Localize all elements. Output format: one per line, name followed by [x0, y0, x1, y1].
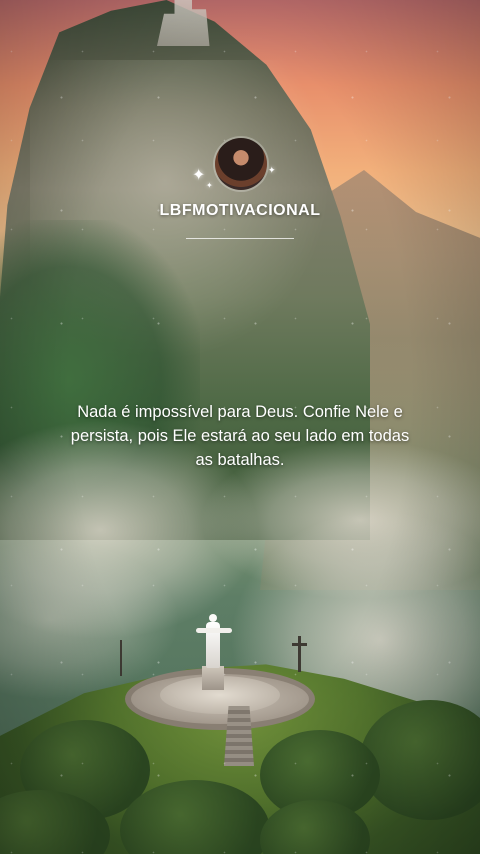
sparkle-icon: ✦: [268, 165, 276, 175]
divider-line: [186, 238, 294, 239]
motivational-quote: Nada é impossível para Deus. Confie Nele…: [70, 403, 410, 469]
profile-username[interactable]: LBFMOTIVACIONAL: [0, 202, 480, 220]
sparkle-icon: ✦: [192, 167, 206, 184]
sparkle-icon: ✦: [206, 181, 213, 190]
profile-avatar[interactable]: [215, 138, 267, 190]
